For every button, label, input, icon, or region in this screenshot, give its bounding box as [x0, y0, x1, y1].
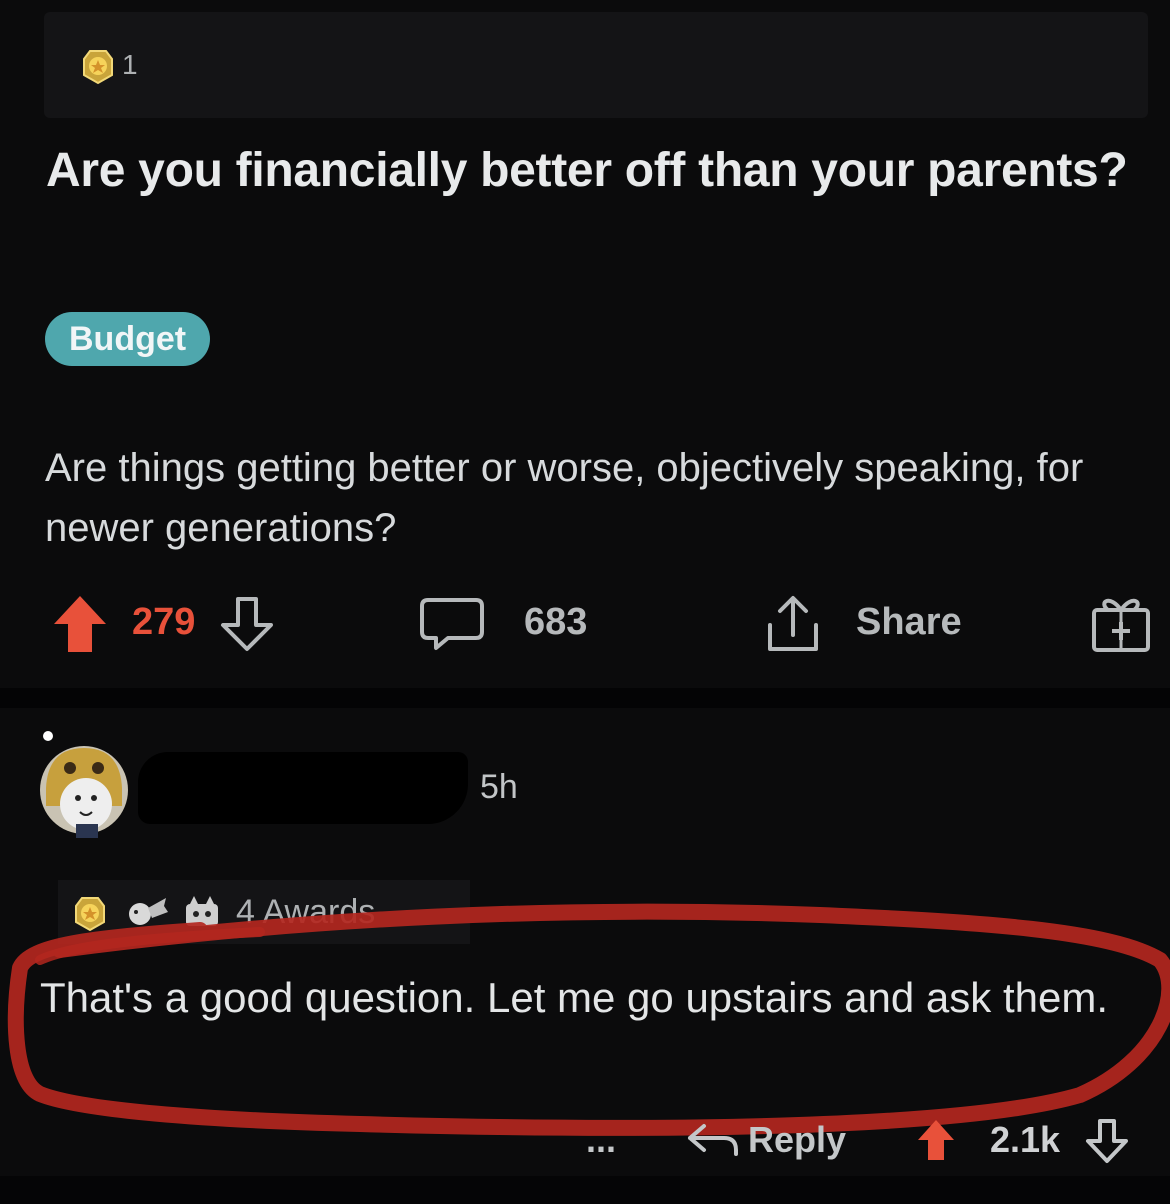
post-vote-group: 279 [50, 585, 279, 660]
comment-count: 683 [524, 601, 588, 643]
comment-awards-label: 4 Awards [236, 892, 376, 931]
post-score: 279 [132, 601, 196, 643]
comment-body: That's a good question. Let me go upstai… [40, 974, 1108, 1021]
share-label: Share [856, 601, 962, 643]
award-icon [186, 896, 218, 926]
downvote-icon[interactable] [1082, 1115, 1132, 1165]
more-icon: ... [586, 1119, 617, 1160]
post-action-bar: 279 683 Share [0, 585, 1170, 660]
share-button[interactable]: Share [762, 585, 962, 660]
upvote-icon[interactable] [50, 590, 110, 656]
award-icon [75, 897, 105, 932]
avatar[interactable] [36, 728, 136, 838]
comment-action-bar: ... Reply 2.1k [0, 1110, 1170, 1170]
comment-vote-group: 2.1k [914, 1110, 1132, 1170]
award-icon [129, 898, 168, 925]
downvote-icon[interactable] [215, 591, 279, 655]
post-title[interactable]: Are you financially better off than your… [46, 140, 1136, 202]
reply-label: Reply [748, 1119, 847, 1160]
give-award-button[interactable] [1088, 585, 1154, 660]
bottom-edge [0, 1176, 1170, 1204]
post-flair[interactable]: Budget [45, 312, 211, 366]
award-icon [83, 50, 113, 85]
post-award-bar: 1 [44, 12, 1148, 118]
post-body: Are things getting better or worse, obje… [45, 446, 1084, 550]
comment-score: 2.1k [990, 1119, 1061, 1160]
reply-button[interactable]: Reply [684, 1110, 846, 1170]
redacted-username [138, 752, 468, 824]
gift-icon [1092, 598, 1150, 652]
post-award-count: 1 [122, 49, 138, 80]
section-divider [0, 688, 1170, 708]
reply-icon [688, 1124, 738, 1156]
comment-timestamp: 5h [480, 768, 518, 806]
comments-button[interactable]: 683 [418, 585, 587, 660]
more-options-button[interactable]: ... [586, 1110, 616, 1170]
share-icon [768, 595, 818, 651]
comment-awards[interactable]: 4 Awards [58, 880, 470, 944]
comment-icon [420, 597, 484, 650]
upvote-icon[interactable] [914, 1116, 958, 1164]
